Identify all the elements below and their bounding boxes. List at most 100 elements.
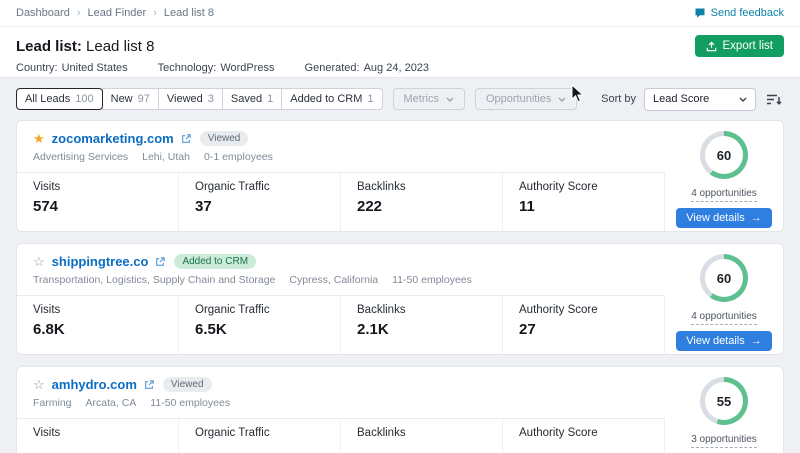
metric-authority-score: Authority Score bbox=[503, 419, 665, 453]
tab-all-leads[interactable]: All Leads 100 bbox=[16, 88, 103, 110]
metric-organic-traffic: Organic Traffic bbox=[179, 419, 341, 453]
lead-score-value: 60 bbox=[717, 148, 731, 163]
metric-organic-traffic-value: 6.5K bbox=[195, 321, 340, 338]
tab-saved[interactable]: Saved 1 bbox=[222, 88, 282, 110]
send-feedback-link[interactable]: Send feedback bbox=[694, 7, 784, 19]
chevron-down-icon bbox=[446, 97, 454, 102]
external-link-icon[interactable] bbox=[181, 134, 191, 144]
metric-visits: Visits bbox=[17, 419, 179, 453]
star-icon[interactable]: ★ bbox=[33, 132, 45, 145]
lead-score-panel: 60 4 opportunities View details → bbox=[665, 244, 783, 354]
tab-viewed[interactable]: Viewed 3 bbox=[158, 88, 223, 110]
lead-card: ☆ amhydro.com Viewed Farming Arcata, CA … bbox=[16, 366, 784, 453]
breadcrumb-lead-finder[interactable]: Lead Finder bbox=[88, 7, 147, 19]
page-header: Lead list: Lead list 8 Export list Count… bbox=[0, 27, 800, 78]
chevron-right-icon: › bbox=[77, 7, 81, 19]
breadcrumb-dashboard[interactable]: Dashboard bbox=[16, 7, 70, 19]
external-link-icon[interactable] bbox=[155, 257, 165, 267]
sort-by-select[interactable]: Lead Score bbox=[644, 88, 756, 111]
opportunities-dropdown-button[interactable]: Opportunities bbox=[475, 88, 577, 110]
lead-industry: Farming bbox=[33, 397, 72, 409]
tab-viewed-label: Viewed bbox=[167, 93, 203, 105]
arrow-right-icon: → bbox=[751, 212, 762, 224]
metric-authority-score-value: 27 bbox=[519, 321, 664, 338]
tab-new-label: New bbox=[111, 93, 133, 105]
metric-backlinks-label: Backlinks bbox=[357, 304, 502, 316]
opportunities-link[interactable]: 4 opportunities bbox=[691, 309, 757, 325]
lead-domain-link[interactable]: zocomarketing.com bbox=[52, 131, 174, 146]
list-meta: Country: United States Technology: WordP… bbox=[16, 62, 784, 74]
tab-saved-label: Saved bbox=[231, 93, 262, 105]
lead-domain-link[interactable]: amhydro.com bbox=[52, 377, 137, 392]
view-details-button[interactable]: View details → bbox=[676, 331, 772, 351]
breadcrumb: Dashboard › Lead Finder › Lead list 8 bbox=[16, 7, 214, 19]
metric-authority-score-value: 11 bbox=[519, 198, 664, 215]
lead-employees: 11-50 employees bbox=[150, 397, 230, 409]
metric-visits: Visits 6.8K bbox=[17, 296, 179, 354]
metric-authority-score-label: Authority Score bbox=[519, 181, 664, 193]
export-icon bbox=[706, 41, 717, 52]
metric-backlinks: Backlinks 222 bbox=[341, 173, 503, 231]
metric-organic-traffic-label: Organic Traffic bbox=[195, 181, 340, 193]
tab-saved-count: 1 bbox=[267, 93, 273, 105]
tab-added-to-crm-count: 1 bbox=[367, 93, 373, 105]
metric-organic-traffic-value: 37 bbox=[195, 198, 340, 215]
page-title-value: Lead list 8 bbox=[86, 38, 154, 55]
lead-location: Lehi, Utah bbox=[142, 151, 190, 163]
metric-backlinks-label: Backlinks bbox=[357, 181, 502, 193]
export-list-button[interactable]: Export list bbox=[695, 35, 785, 57]
breadcrumb-lead-list[interactable]: Lead list 8 bbox=[164, 7, 214, 19]
chevron-down-icon bbox=[558, 97, 566, 102]
meta-technology-label: Technology: bbox=[158, 62, 217, 74]
metric-visits-label: Visits bbox=[33, 427, 178, 439]
metric-authority-score-label: Authority Score bbox=[519, 304, 664, 316]
view-details-label: View details bbox=[686, 335, 745, 347]
metric-backlinks-value: 222 bbox=[357, 198, 502, 215]
sort-by-label: Sort by bbox=[601, 93, 636, 105]
tab-new-count: 97 bbox=[138, 93, 150, 105]
lead-metrics: Visits 574 Organic Traffic 37 Backlinks … bbox=[17, 173, 665, 231]
star-icon[interactable]: ☆ bbox=[33, 255, 45, 268]
view-details-label: View details bbox=[686, 212, 745, 224]
metric-backlinks: Backlinks 2.1K bbox=[341, 296, 503, 354]
opportunities-link[interactable]: 3 opportunities bbox=[691, 432, 757, 448]
meta-technology: Technology: WordPress bbox=[158, 62, 275, 74]
metric-authority-score: Authority Score 11 bbox=[503, 173, 665, 231]
lead-description: Advertising Services Lehi, Utah 0-1 empl… bbox=[17, 146, 665, 173]
metric-visits: Visits 574 bbox=[17, 173, 179, 231]
lead-domain-link[interactable]: shippingtree.co bbox=[52, 254, 149, 269]
lead-score-gauge: 60 bbox=[700, 131, 748, 179]
tab-new[interactable]: New 97 bbox=[102, 88, 159, 110]
filter-toolbar: All Leads 100 New 97 Viewed 3 Saved 1 Ad… bbox=[0, 78, 800, 120]
lead-metrics: Visits 6.8K Organic Traffic 6.5K Backlin… bbox=[17, 296, 665, 354]
metric-visits-label: Visits bbox=[33, 181, 178, 193]
send-feedback-label: Send feedback bbox=[711, 7, 784, 19]
meta-technology-value: WordPress bbox=[220, 62, 274, 74]
page-title-label: Lead list: bbox=[16, 38, 82, 55]
external-link-icon[interactable] bbox=[144, 380, 154, 390]
metrics-dropdown-label: Metrics bbox=[404, 93, 439, 105]
top-bar: Dashboard › Lead Finder › Lead list 8 Se… bbox=[0, 0, 800, 27]
metric-organic-traffic: Organic Traffic 37 bbox=[179, 173, 341, 231]
lead-description: Transportation, Logistics, Supply Chain … bbox=[17, 269, 665, 296]
lead-score-panel: 60 4 opportunities View details → bbox=[665, 121, 783, 231]
lead-score-gauge: 55 bbox=[700, 377, 748, 425]
lead-location: Cypress, California bbox=[289, 274, 378, 286]
lead-industry: Transportation, Logistics, Supply Chain … bbox=[33, 274, 275, 286]
view-details-button[interactable]: View details → bbox=[676, 208, 772, 228]
sort-controls: Sort by Lead Score bbox=[601, 88, 784, 111]
sort-direction-button[interactable] bbox=[764, 91, 784, 108]
meta-country: Country: United States bbox=[16, 62, 128, 74]
lead-list: ★ zocomarketing.com Viewed Advertising S… bbox=[0, 120, 800, 453]
metrics-dropdown-button[interactable]: Metrics bbox=[393, 88, 465, 110]
lead-employees: 11-50 employees bbox=[392, 274, 472, 286]
tab-added-to-crm[interactable]: Added to CRM 1 bbox=[281, 88, 382, 110]
tab-all-leads-label: All Leads bbox=[25, 93, 70, 105]
meta-country-value: United States bbox=[62, 62, 128, 74]
lead-industry: Advertising Services bbox=[33, 151, 128, 163]
opportunities-link[interactable]: 4 opportunities bbox=[691, 186, 757, 202]
metric-organic-traffic-label: Organic Traffic bbox=[195, 304, 340, 316]
sort-by-value: Lead Score bbox=[653, 93, 709, 105]
meta-generated-value: Aug 24, 2023 bbox=[364, 62, 429, 74]
star-icon[interactable]: ☆ bbox=[33, 378, 45, 391]
